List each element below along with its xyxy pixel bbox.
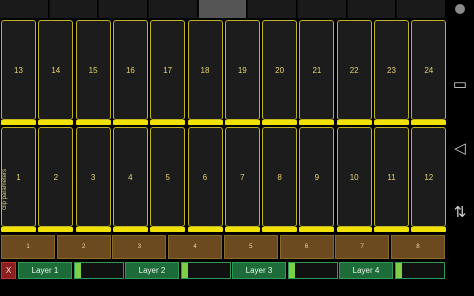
slider-fill bbox=[396, 263, 402, 278]
slider-fill bbox=[75, 263, 81, 278]
status-dot-icon bbox=[455, 4, 465, 14]
clip-cell-21[interactable]: 21 bbox=[299, 20, 335, 125]
clip-cell-6[interactable]: 6 bbox=[187, 127, 223, 232]
system-nav-bar: ▭ ◁ ⇅ bbox=[446, 0, 474, 296]
clip-row-top: 13 14 15 16 17 18 19 20 21 22 23 24 bbox=[0, 20, 447, 126]
bank-button[interactable]: 3 bbox=[112, 235, 167, 259]
clip-cell-16[interactable]: 16 bbox=[112, 20, 148, 125]
layer-button[interactable]: Layer 1 bbox=[18, 262, 72, 279]
clip-cell-24[interactable]: 24 bbox=[411, 20, 447, 125]
bank-button[interactable]: 5 bbox=[223, 235, 278, 259]
layer-bar: X Layer 1 Layer 2 Layer 3 Layer 4 bbox=[0, 261, 446, 281]
layer-opacity-slider[interactable] bbox=[288, 262, 338, 279]
clip-cell-7[interactable]: 7 bbox=[224, 127, 260, 232]
clip-cell-13[interactable]: 13 bbox=[1, 20, 36, 125]
bank-button[interactable]: 4 bbox=[168, 235, 223, 259]
top-tab[interactable] bbox=[298, 0, 347, 18]
clip-cell-8[interactable]: 8 bbox=[262, 127, 298, 232]
clip-cell-20[interactable]: 20 bbox=[262, 20, 298, 125]
top-tab[interactable] bbox=[99, 0, 149, 18]
clip-cell-19[interactable]: 19 bbox=[224, 20, 260, 125]
top-tab[interactable] bbox=[149, 0, 198, 18]
clip-cell-12[interactable]: 12 bbox=[411, 127, 447, 232]
rotate-icon[interactable]: ⇅ bbox=[452, 202, 468, 222]
layer-opacity-slider[interactable] bbox=[395, 262, 445, 279]
top-tab[interactable] bbox=[248, 0, 298, 18]
clip-cell-23[interactable]: 23 bbox=[374, 20, 409, 125]
layer-button[interactable]: Layer 4 bbox=[339, 262, 393, 279]
slider-fill bbox=[182, 263, 188, 278]
clip-cell-11[interactable]: 11 bbox=[374, 127, 409, 232]
bank-button[interactable]: 6 bbox=[279, 235, 334, 259]
bank-button[interactable]: 2 bbox=[56, 235, 111, 259]
top-tab[interactable] bbox=[198, 0, 248, 18]
clip-cell-14[interactable]: 14 bbox=[38, 20, 74, 125]
clip-cell-2[interactable]: 2 bbox=[38, 127, 74, 232]
top-tab[interactable] bbox=[397, 0, 447, 18]
clip-cell-5[interactable]: 5 bbox=[150, 127, 186, 232]
top-tab-strip bbox=[0, 0, 447, 18]
clip-cell-4[interactable]: 4 bbox=[112, 127, 148, 232]
back-icon[interactable]: ◁ bbox=[452, 138, 468, 158]
clip-cell-18[interactable]: 18 bbox=[187, 20, 223, 125]
layer-opacity-slider[interactable] bbox=[74, 262, 124, 279]
layer-opacity-slider[interactable] bbox=[181, 262, 231, 279]
layer-button[interactable]: Layer 2 bbox=[125, 262, 179, 279]
clip-cell-10[interactable]: 10 bbox=[336, 127, 372, 232]
clip-parameters-label[interactable]: clip parameters bbox=[2, 150, 12, 210]
clip-cell-22[interactable]: 22 bbox=[336, 20, 372, 125]
close-button[interactable]: X bbox=[1, 262, 16, 279]
bank-button[interactable]: 1 bbox=[1, 235, 55, 259]
bank-button[interactable]: 7 bbox=[335, 235, 390, 259]
clip-row-bottom: 1 2 3 4 5 6 7 8 9 10 11 12 bbox=[0, 127, 447, 233]
top-tab[interactable] bbox=[0, 0, 49, 18]
top-tab[interactable] bbox=[347, 0, 397, 18]
clip-cell-15[interactable]: 15 bbox=[75, 20, 111, 125]
bank-button[interactable]: 8 bbox=[390, 235, 445, 259]
bank-row: 12345678 bbox=[0, 235, 446, 259]
recent-apps-icon[interactable]: ▭ bbox=[452, 74, 468, 94]
clip-cell-3[interactable]: 3 bbox=[75, 127, 111, 232]
clip-cell-9[interactable]: 9 bbox=[299, 127, 335, 232]
layer-button[interactable]: Layer 3 bbox=[232, 262, 286, 279]
top-tab[interactable] bbox=[49, 0, 99, 18]
slider-fill bbox=[289, 263, 295, 278]
clip-cell-17[interactable]: 17 bbox=[150, 20, 186, 125]
